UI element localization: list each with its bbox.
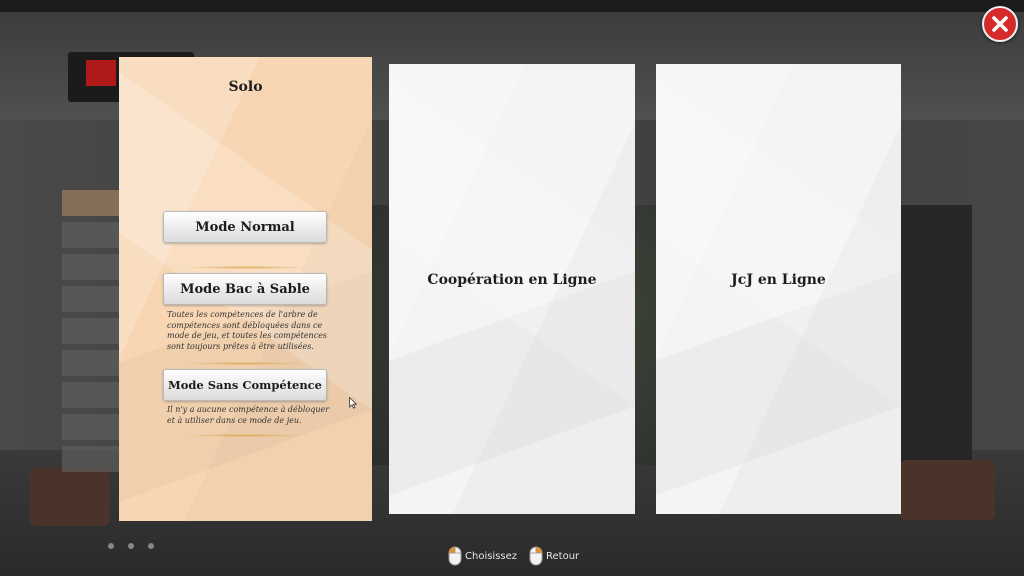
mode-sandbox-description: Toutes les compétences de l'arbre de com…	[167, 310, 328, 351]
divider	[183, 266, 307, 269]
solo-panel-title: Solo	[228, 79, 263, 95]
pvp-online-title: JcJ en Ligne	[731, 272, 826, 288]
mouse-right-click-icon	[529, 546, 543, 566]
hint-select-label: Choisissez	[465, 550, 518, 562]
mouse-left-click-icon	[448, 546, 462, 566]
hint-select: Choisissez	[448, 546, 517, 566]
hint-back-label: Retour	[546, 550, 580, 562]
solo-panel: Solo Mode Normal Mode Bac à Sable Toutes…	[119, 57, 372, 521]
mode-sandbox-button[interactable]: Mode Bac à Sable	[163, 273, 327, 305]
pvp-online-panel[interactable]: JcJ en Ligne	[656, 64, 901, 514]
mode-no-skill-button[interactable]: Mode Sans Compétence	[163, 369, 327, 401]
close-button[interactable]	[982, 6, 1018, 42]
control-hints: Choisissez Retour	[448, 546, 591, 566]
coop-online-title: Coopération en Ligne	[427, 272, 597, 288]
divider	[183, 362, 307, 365]
close-icon	[992, 16, 1008, 32]
mode-normal-button[interactable]: Mode Normal	[163, 211, 327, 243]
background-menu	[62, 190, 122, 475]
mouse-cursor-icon	[349, 397, 357, 409]
mode-no-skill-description: Il n'y a aucune compétence à débloquer e…	[167, 405, 330, 425]
hint-back: Retour	[529, 546, 579, 566]
coop-online-panel[interactable]: Coopération en Ligne	[389, 64, 635, 514]
divider	[183, 434, 307, 437]
